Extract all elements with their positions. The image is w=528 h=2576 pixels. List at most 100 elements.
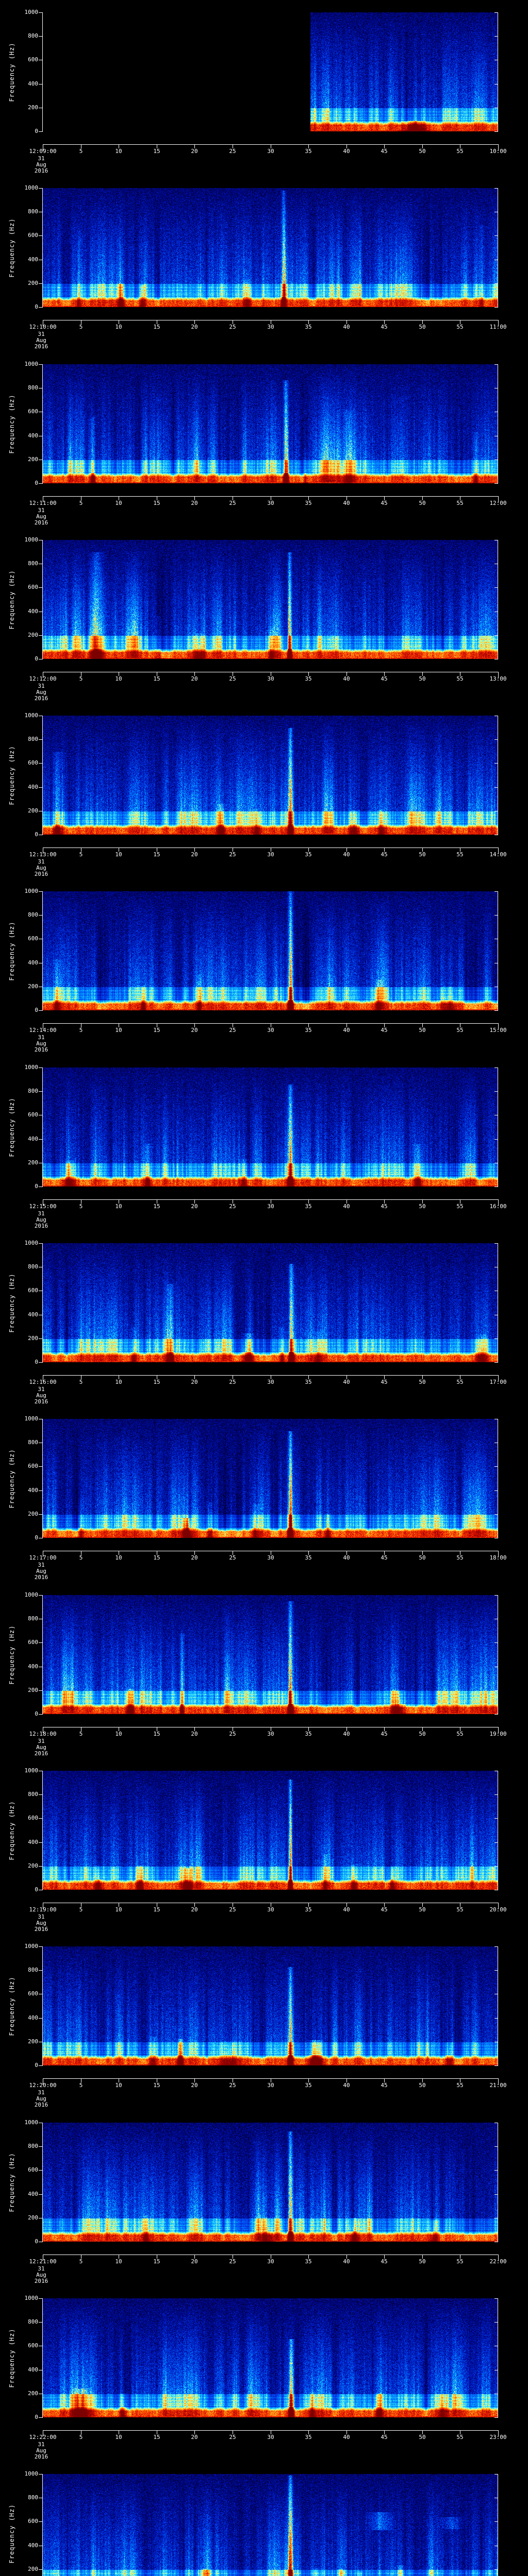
x-axis-end-time-label: 12:00 — [489, 500, 507, 506]
x-axis-end-time-label: 21:00 — [489, 2082, 507, 2089]
x-tick-label: 10 — [115, 2082, 122, 2089]
x-tick-label: 35 — [305, 1906, 312, 1913]
x-tick-label: 35 — [305, 2082, 312, 2089]
y-tick-label: 800 — [28, 1439, 38, 1446]
y-tick-label: 1000 — [24, 361, 39, 367]
x-tick-label: 20 — [191, 1554, 198, 1561]
y-tick-mark — [494, 2569, 498, 2570]
x-tick-label: 5 — [79, 148, 83, 155]
y-tick-mark — [39, 235, 42, 236]
x-tick-label: 5 — [79, 1554, 83, 1561]
date-year-label: 2016 — [34, 1223, 48, 1229]
x-tick-label: 45 — [381, 1554, 388, 1561]
y-axis-line — [42, 1595, 43, 1715]
spectrogram-image — [43, 1243, 498, 1362]
x-tick-label: 50 — [419, 324, 426, 330]
x-axis-start-time-label: 12:17:00 — [29, 1554, 57, 1561]
y-axis-line — [42, 891, 43, 1011]
x-tick-label: 40 — [343, 500, 350, 506]
x-axis-end-time-label: 22:00 — [489, 2258, 507, 2265]
x-tick-label: 35 — [305, 500, 312, 506]
x-axis-start-time-label: 12:22:00 — [29, 2434, 57, 2441]
x-tick-label: 5 — [79, 1731, 83, 1737]
y-tick-mark — [39, 36, 42, 37]
x-tick-label: 20 — [191, 675, 198, 682]
y-tick-mark — [494, 483, 498, 484]
x-tick-label: 35 — [305, 851, 312, 858]
y-tick-label: 800 — [28, 1615, 38, 1622]
y-tick-label: 400 — [28, 2014, 38, 2021]
x-tick-label: 30 — [267, 1906, 274, 1913]
y-axis-title: Frequency (Hz) — [8, 1449, 15, 1509]
y-tick-label: 1000 — [24, 712, 39, 719]
x-axis-start-time-label: 12:18:00 — [29, 1731, 57, 1737]
y-tick-mark — [39, 1970, 42, 1971]
x-tick-label: 30 — [267, 851, 274, 858]
x-axis-end-time-label: 14:00 — [489, 851, 507, 858]
y-tick-mark — [39, 2018, 42, 2019]
y-tick-label: 1000 — [24, 1943, 39, 1950]
x-tick-label: 35 — [305, 1379, 312, 1385]
y-tick-label: 400 — [28, 1136, 38, 1142]
y-axis-title: Frequency (Hz) — [8, 394, 15, 454]
y-tick-label: 400 — [28, 2191, 38, 2197]
y-tick-mark — [39, 1139, 42, 1140]
y-tick-label: 1000 — [24, 1591, 39, 1598]
x-tick-label: 30 — [267, 2082, 274, 2089]
spectrogram-image — [43, 2123, 498, 2242]
date-year-label: 2016 — [34, 1926, 48, 1933]
x-tick-label: 35 — [305, 1731, 312, 1737]
y-tick-label: 200 — [28, 1159, 38, 1166]
y-tick-label: 0 — [35, 1007, 38, 1013]
x-tick-label: 25 — [229, 1027, 236, 1033]
y-axis-title: Frequency (Hz) — [8, 1273, 15, 1333]
y-tick-label: 200 — [28, 2214, 38, 2221]
y-tick-mark — [39, 2322, 42, 2323]
y-tick-mark — [39, 2194, 42, 2195]
spectrogram-image — [43, 1771, 498, 1890]
spectrogram-image — [43, 364, 498, 483]
y-tick-mark — [494, 36, 498, 37]
y-tick-mark — [39, 307, 42, 308]
y-tick-label: 0 — [35, 1886, 38, 1893]
y-tick-mark — [39, 2569, 42, 2570]
y-axis-title: Frequency (Hz) — [8, 1801, 15, 1860]
y-tick-mark — [494, 1714, 498, 1715]
y-tick-label: 200 — [28, 2038, 38, 2045]
x-tick-label: 15 — [153, 675, 160, 682]
x-tick-label: 30 — [267, 148, 274, 155]
date-year-label: 2016 — [34, 2453, 48, 2460]
x-axis-end-time-label: 20:00 — [489, 1906, 507, 1913]
y-tick-mark — [39, 2146, 42, 2147]
y-axis-title: Frequency (Hz) — [8, 1625, 15, 1685]
x-axis-end-time-label: 11:00 — [489, 324, 507, 330]
y-tick-label: 400 — [28, 784, 38, 790]
spectrogram-image — [43, 540, 498, 659]
y-tick-mark — [39, 12, 42, 13]
y-tick-mark — [494, 1794, 498, 1795]
x-tick-label: 10 — [115, 1027, 122, 1033]
x-tick-label: 55 — [456, 2434, 464, 2441]
y-tick-label: 0 — [35, 2414, 38, 2420]
date-year-label: 2016 — [34, 2278, 48, 2284]
y-tick-mark — [39, 1338, 42, 1339]
y-tick-mark — [39, 1714, 42, 1715]
y-tick-mark — [494, 1946, 498, 1947]
y-tick-label: 0 — [35, 1359, 38, 1365]
x-tick-label: 40 — [343, 1906, 350, 1913]
x-tick-label: 5 — [79, 2258, 83, 2265]
y-tick-mark — [39, 787, 42, 788]
x-tick-label: 45 — [381, 2258, 388, 2265]
x-tick-label: 40 — [343, 2434, 350, 2441]
spectrogram-panel: Frequency (Hz) 0 200 400 600 800 1000 5 10 15 20… — [0, 1934, 528, 2110]
spectrogram-image — [43, 1595, 498, 1714]
x-tick-label: 30 — [267, 324, 274, 330]
spectrogram-panel: Frequency (Hz) 0 200 400 600 800 1000 5 10 15 20… — [0, 2286, 528, 2462]
x-tick-label: 55 — [456, 1379, 464, 1385]
y-tick-mark — [494, 188, 498, 189]
y-axis-line — [42, 1243, 43, 1363]
x-tick-label: 20 — [191, 1379, 198, 1385]
x-tick-label: 50 — [419, 1027, 426, 1033]
x-tick-label: 5 — [79, 675, 83, 682]
x-tick-label: 50 — [419, 675, 426, 682]
